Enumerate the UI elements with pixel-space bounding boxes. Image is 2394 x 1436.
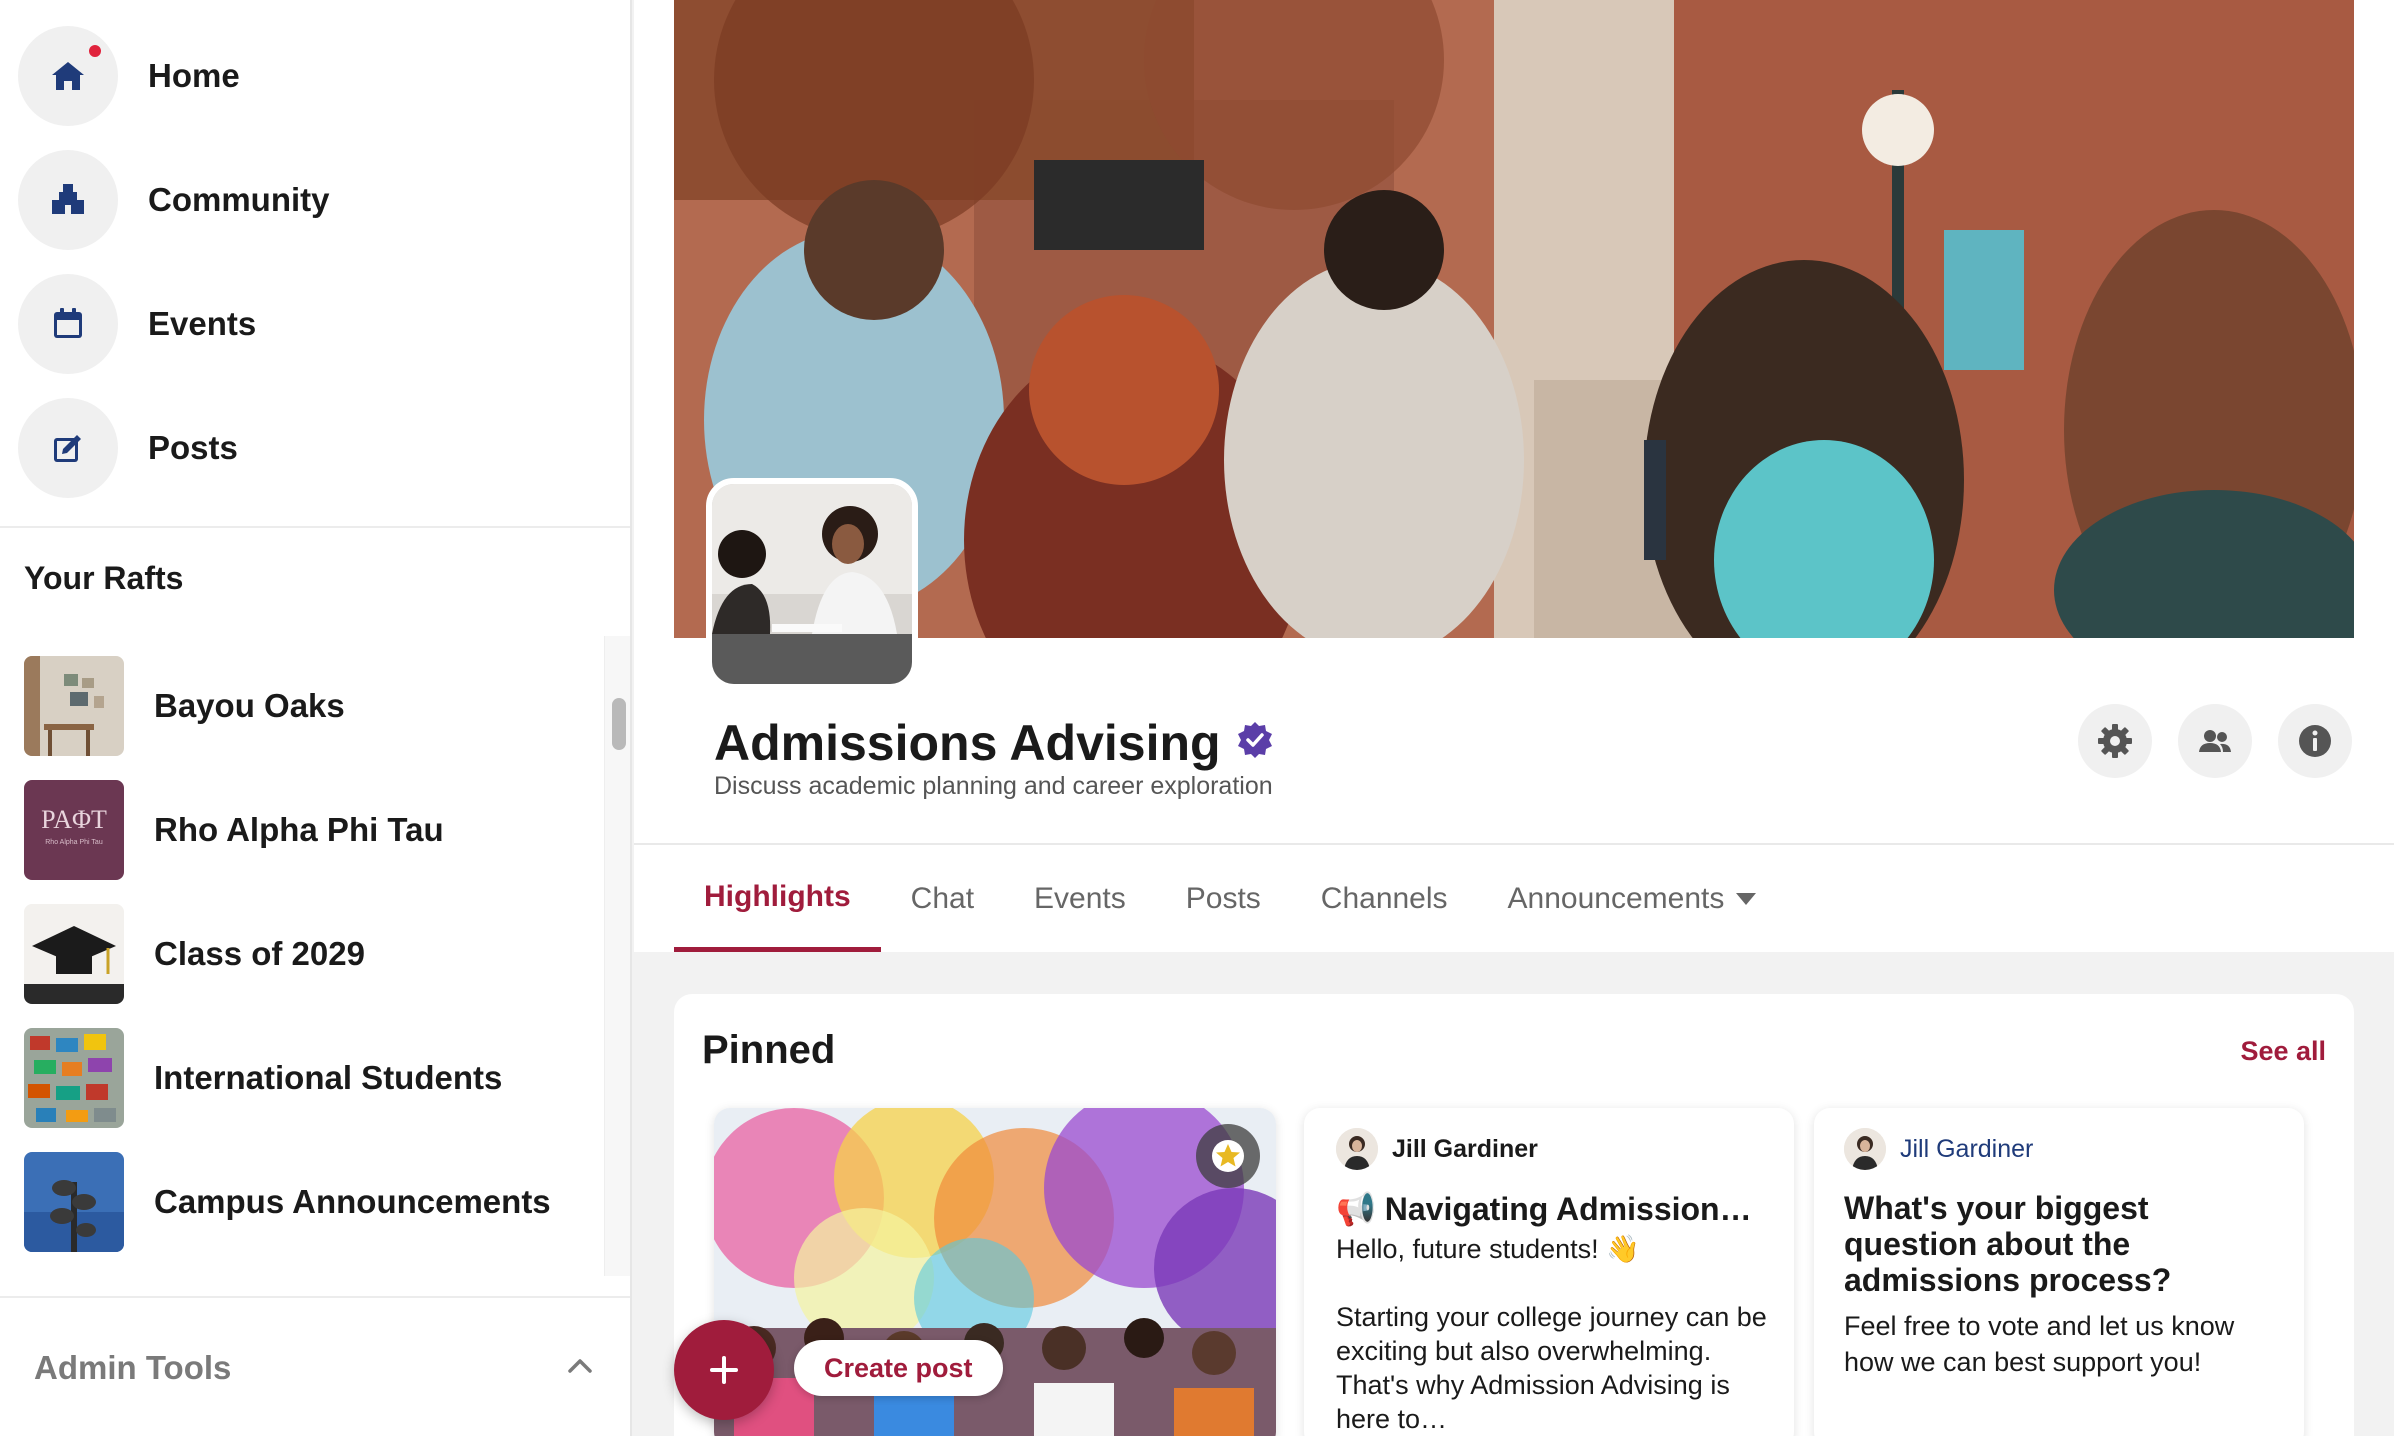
- sidebar-divider: [0, 526, 630, 528]
- raft-name: Campus Announcements: [154, 1183, 551, 1220]
- raft-name: Bayou Oaks: [154, 687, 345, 724]
- group-title: Admissions Advising: [714, 714, 1275, 772]
- raft-name: Class of 2029: [154, 935, 365, 972]
- notification-dot: [87, 43, 103, 59]
- raft-name: Rho Alpha Phi Tau: [154, 811, 444, 848]
- nav-item-community[interactable]: Community: [18, 150, 330, 250]
- question-body: Feel free to vote and let us know how we…: [1844, 1311, 2235, 1377]
- create-post-fab[interactable]: [674, 1320, 774, 1420]
- author-name: Jill Gardiner: [1900, 1134, 2034, 1163]
- raft-item-class-of-2029[interactable]: Class of 2029: [24, 904, 594, 1004]
- nav-label-community: Community: [148, 181, 330, 218]
- pinned-title: Pinned: [702, 1028, 836, 1072]
- post-author[interactable]: Jill Gardiner: [1336, 1128, 1538, 1170]
- author-avatar: [1844, 1128, 1886, 1170]
- sidebar: Home Community Events Posts Your Rafts B…: [0, 0, 632, 1436]
- nav-label-posts: Posts: [148, 429, 238, 466]
- plus-icon: [710, 1356, 738, 1384]
- main-content: Admissions Advising Discuss academic pla…: [634, 0, 2394, 1436]
- raft-item-international-students[interactable]: International Students: [24, 1028, 594, 1128]
- settings-icon: [2098, 724, 2132, 758]
- edit-post-icon: [54, 435, 81, 462]
- author-name: Jill Gardiner: [1392, 1134, 1538, 1163]
- tab-announcements[interactable]: Announcements: [1478, 846, 1787, 952]
- raft-thumbnail: [24, 1028, 124, 1128]
- tab-chat[interactable]: Chat: [881, 846, 1004, 952]
- raft-thumb-subtext: Rho Alpha Phi Tau: [45, 839, 103, 846]
- raft-thumbnail: PAΦT Rho Alpha Phi Tau: [24, 780, 124, 880]
- see-all-link[interactable]: See all: [2240, 1036, 2326, 1067]
- group-header: Admissions Advising Discuss academic pla…: [634, 0, 2394, 952]
- raft-item-rho-alpha-phi-tau[interactable]: PAΦT Rho Alpha Phi Tau Rho Alpha Phi Tau: [24, 780, 594, 880]
- nav-icon-circle: [18, 26, 118, 126]
- members-button[interactable]: [2178, 704, 2252, 778]
- settings-button[interactable]: [2078, 704, 2152, 778]
- info-icon: [2299, 725, 2331, 757]
- raft-name: International Students: [154, 1059, 503, 1096]
- create-post-button[interactable]: Create post: [794, 1340, 1003, 1396]
- sidebar-divider: [0, 1296, 630, 1298]
- star-icon: [1212, 1140, 1244, 1172]
- tab-highlights[interactable]: Highlights: [674, 846, 881, 952]
- nav-icon-circle: [18, 150, 118, 250]
- pinned-post-card[interactable]: Jill Gardiner 📢 Navigating Admission… He…: [1304, 1108, 1794, 1436]
- rafts-scrollbar[interactable]: [604, 636, 630, 1276]
- question-author[interactable]: Jill Gardiner: [1844, 1128, 2033, 1170]
- nav-item-posts[interactable]: Posts: [18, 398, 238, 498]
- verified-badge-icon: [1221, 714, 1275, 772]
- group-title-text: Admissions Advising: [714, 715, 1221, 771]
- tab-announcements-label: Announcements: [1507, 882, 1725, 915]
- tab-channels[interactable]: Channels: [1291, 846, 1478, 952]
- nav-label-home: Home: [148, 57, 240, 94]
- group-description: Discuss academic planning and career exp…: [714, 772, 1273, 800]
- admin-tools-toggle[interactable]: Admin Tools: [0, 1300, 630, 1436]
- pinned-question-card[interactable]: Jill Gardiner What's your biggest questi…: [1814, 1108, 2304, 1436]
- community-icon: [52, 184, 84, 214]
- raft-thumbnail: [24, 656, 124, 756]
- nav-icon-circle: [18, 274, 118, 374]
- cover-photo: [674, 0, 2354, 638]
- nav-item-home[interactable]: Home: [18, 26, 240, 126]
- chevron-up-icon: [564, 1350, 596, 1387]
- tab-events[interactable]: Events: [1004, 846, 1156, 952]
- admin-tools-label: Admin Tools: [34, 1349, 232, 1386]
- author-avatar: [1336, 1128, 1378, 1170]
- group-tabs: Highlights Chat Events Posts Channels An…: [674, 846, 1786, 952]
- nav-item-events[interactable]: Events: [18, 274, 256, 374]
- question-title: What's your biggest question about the a…: [1844, 1190, 2172, 1298]
- home-icon: [52, 62, 84, 90]
- tab-posts[interactable]: Posts: [1156, 846, 1291, 952]
- raft-item-campus-announcements[interactable]: Campus Announcements: [24, 1152, 594, 1252]
- raft-thumbnail: [24, 1152, 124, 1252]
- nav-label-events: Events: [148, 305, 257, 342]
- nav-icon-circle: [18, 398, 118, 498]
- raft-thumbnail: [24, 904, 124, 1004]
- rafts-list: Bayou Oaks PAΦT Rho Alpha Phi Tau Rho Al…: [0, 636, 604, 1276]
- raft-thumb-letters: PAΦT: [41, 805, 107, 834]
- calendar-icon: [54, 308, 82, 338]
- scrollbar-thumb[interactable]: [612, 698, 626, 750]
- post-body: Hello, future students! 👋 Starting your …: [1336, 1234, 1767, 1434]
- caret-down-icon: [1736, 893, 1757, 905]
- raft-item-bayou-oaks[interactable]: Bayou Oaks: [24, 656, 594, 756]
- post-title: 📢 Navigating Admission…: [1336, 1191, 1752, 1227]
- starred-badge: [1196, 1124, 1260, 1188]
- header-divider: [634, 843, 2394, 845]
- group-avatar: [706, 478, 918, 690]
- rafts-heading: Your Rafts: [24, 560, 184, 596]
- info-button[interactable]: [2278, 704, 2352, 778]
- members-icon: [2199, 730, 2231, 752]
